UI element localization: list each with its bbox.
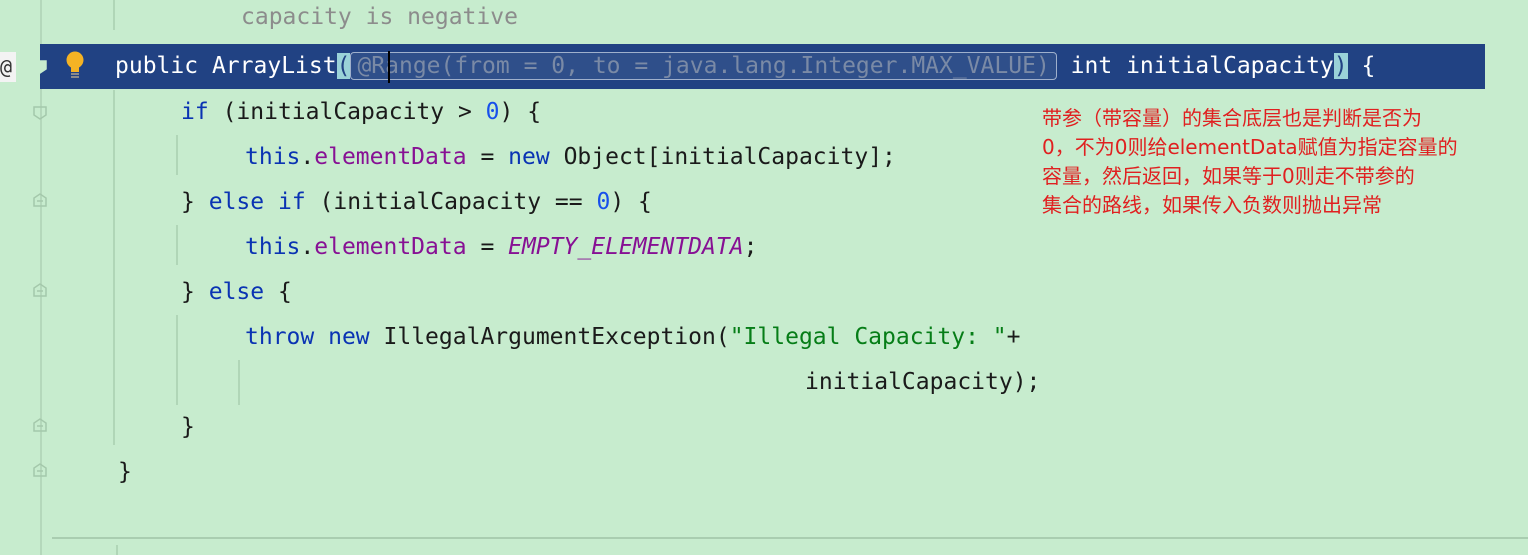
- fold-marker-icon[interactable]: [32, 192, 48, 208]
- range-annotation-hint: @Range(from = 0, to = java.lang.Integer.…: [350, 52, 1057, 80]
- code-line-close-method[interactable]: }: [118, 450, 132, 495]
- note-line: 0，不为0则给elementData赋值为指定容量的: [1042, 135, 1458, 159]
- fold-marker-icon[interactable]: [32, 417, 48, 433]
- indent-guide: [113, 90, 115, 445]
- note-line: 集合的路线，如果传入负数则抛出异常: [1042, 193, 1382, 217]
- text-caret: [388, 51, 390, 83]
- constructor-signature[interactable]: public ArrayList(@Range(from = 0, to = j…: [115, 44, 1375, 89]
- code-line-assign-capacity[interactable]: this.elementData = new Object[initialCap…: [245, 135, 896, 180]
- current-line-highlight: public ArrayList(@Range(from = 0, to = j…: [40, 44, 1485, 89]
- code-line-else[interactable]: } else {: [181, 270, 292, 315]
- indent-guide: [176, 225, 178, 265]
- indent-guide: [116, 545, 118, 555]
- doc-comment: capacity is negative: [241, 4, 518, 30]
- note-line: 带参（带容量）的集合底层也是判断是否为: [1042, 106, 1422, 130]
- fold-marker-icon[interactable]: [32, 105, 48, 121]
- code-line-assign-empty[interactable]: this.elementData = EMPTY_ELEMENTDATA;: [245, 225, 757, 270]
- fold-marker-icon[interactable]: [32, 282, 48, 298]
- method-separator: [52, 537, 1528, 539]
- implements-marker-icon[interactable]: @: [0, 52, 16, 82]
- fold-marker-icon[interactable]: [32, 59, 48, 75]
- indent-guide: [176, 315, 178, 405]
- code-line-else-if[interactable]: } else if (initialCapacity == 0) {: [181, 180, 652, 225]
- matched-paren-close: ): [1333, 53, 1348, 79]
- code-line-close-if[interactable]: }: [181, 405, 195, 450]
- code-line-throw-arg[interactable]: initialCapacity);: [805, 360, 1040, 405]
- lightbulb-icon[interactable]: [64, 50, 86, 80]
- code-line-throw[interactable]: throw new IllegalArgumentException("Ille…: [245, 315, 1021, 360]
- fold-marker-icon[interactable]: [32, 462, 48, 478]
- note-line: 容量，然后返回，如果等于0则走不带参的: [1042, 164, 1415, 188]
- matched-paren-open: (: [336, 53, 351, 79]
- indent-guide: [238, 360, 240, 405]
- indent-guide: [176, 135, 178, 175]
- annotation-note: 带参（带容量）的集合底层也是判断是否为 0，不为0则给elementData赋值…: [1042, 104, 1512, 220]
- indent-guide: [113, 0, 115, 30]
- code-line-if[interactable]: if (initialCapacity > 0) {: [181, 90, 541, 135]
